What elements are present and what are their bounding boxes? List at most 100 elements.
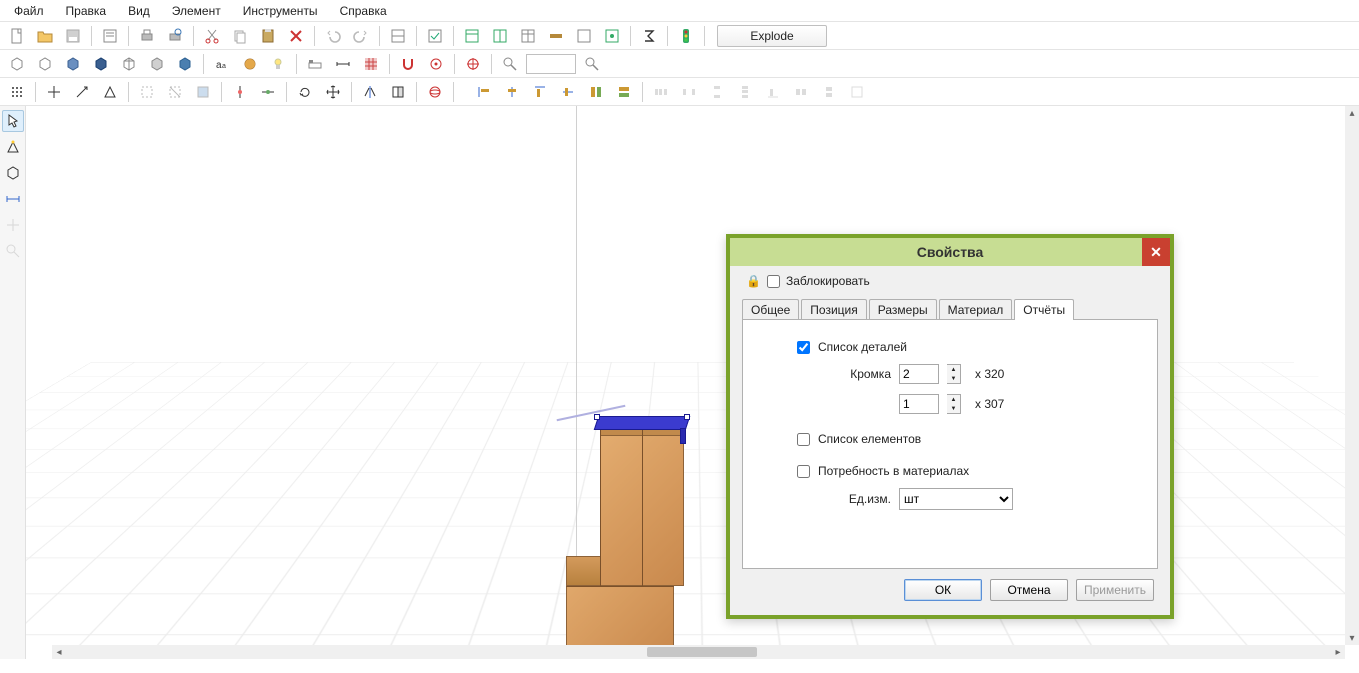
magnet-icon[interactable]: [395, 52, 421, 76]
sphere-target-icon[interactable]: [422, 80, 448, 104]
redo-icon[interactable]: [348, 24, 374, 48]
zoom-icon[interactable]: [497, 52, 523, 76]
edit-poly-icon[interactable]: [97, 80, 123, 104]
align-2-icon[interactable]: [499, 80, 525, 104]
menu-view[interactable]: Вид: [118, 2, 160, 20]
open-file-icon[interactable]: [32, 24, 58, 48]
table4-icon[interactable]: [543, 24, 569, 48]
properties-page-icon[interactable]: [97, 24, 123, 48]
target2-icon[interactable]: [460, 52, 486, 76]
move2-icon[interactable]: [69, 80, 95, 104]
cancel-button[interactable]: Отмена: [990, 579, 1068, 601]
camera-tool-icon[interactable]: [2, 136, 24, 158]
menu-element[interactable]: Элемент: [162, 2, 231, 20]
print-preview-icon[interactable]: [162, 24, 188, 48]
ok-button[interactable]: ОК: [904, 579, 982, 601]
edge1-spinner[interactable]: ▲▼: [947, 364, 961, 384]
rotate-icon[interactable]: [292, 80, 318, 104]
table6-icon[interactable]: [599, 24, 625, 48]
light-icon[interactable]: [265, 52, 291, 76]
align-5-icon[interactable]: [583, 80, 609, 104]
dimension-tool-icon[interactable]: [2, 188, 24, 210]
sum-icon[interactable]: [636, 24, 662, 48]
dialog-close-button[interactable]: ✕: [1142, 238, 1170, 266]
view-iso-icon[interactable]: [172, 52, 198, 76]
menu-file[interactable]: Файл: [4, 2, 54, 20]
select-fence-icon[interactable]: [162, 80, 188, 104]
tab-material[interactable]: Материал: [939, 299, 1013, 320]
elements-list-checkbox[interactable]: [797, 433, 810, 446]
pan-tool-icon[interactable]: [2, 214, 24, 236]
align-4-icon[interactable]: [555, 80, 581, 104]
distribute-4-icon[interactable]: [732, 80, 758, 104]
apply-button[interactable]: Применить: [1076, 579, 1154, 601]
pointer-tool-icon[interactable]: [2, 110, 24, 132]
box-tool-icon[interactable]: [2, 162, 24, 184]
unit-select[interactable]: шт: [899, 488, 1013, 510]
assembly-icon[interactable]: [385, 24, 411, 48]
view-shaded-icon[interactable]: [60, 52, 86, 76]
material-need-checkbox[interactable]: [797, 465, 810, 478]
edge2-spinner[interactable]: ▲▼: [947, 394, 961, 414]
view-realistic-icon[interactable]: [144, 52, 170, 76]
delete-icon[interactable]: [283, 24, 309, 48]
axis-x-icon[interactable]: [227, 80, 253, 104]
distribute-7-icon[interactable]: [816, 80, 842, 104]
mirror-icon[interactable]: [357, 80, 383, 104]
measure-icon[interactable]: [330, 52, 356, 76]
scroll-left-icon[interactable]: ◂: [52, 645, 66, 659]
edge2-input[interactable]: [899, 394, 939, 414]
lock-checkbox[interactable]: [767, 275, 780, 288]
view-shaded-edges-icon[interactable]: [88, 52, 114, 76]
dialog-title[interactable]: Свойства ✕: [730, 238, 1170, 266]
select-rect-icon[interactable]: [134, 80, 160, 104]
distribute-1-icon[interactable]: [648, 80, 674, 104]
traffic-light-icon[interactable]: [673, 24, 699, 48]
print-icon[interactable]: [134, 24, 160, 48]
checkbox-icon[interactable]: [422, 24, 448, 48]
scroll-up-icon[interactable]: ▴: [1345, 106, 1359, 120]
view-transparent-icon[interactable]: [116, 52, 142, 76]
align-6-icon[interactable]: [611, 80, 637, 104]
save-icon[interactable]: [60, 24, 86, 48]
table5-icon[interactable]: [571, 24, 597, 48]
explode-button[interactable]: Explode: [717, 25, 827, 47]
axis-y-icon[interactable]: [255, 80, 281, 104]
new-file-icon[interactable]: [4, 24, 30, 48]
tab-position[interactable]: Позиция: [801, 299, 866, 320]
view-wireframe-icon[interactable]: [4, 52, 30, 76]
menu-edit[interactable]: Правка: [56, 2, 117, 20]
tab-reports[interactable]: Отчёты: [1014, 299, 1074, 320]
distribute-8-icon[interactable]: [844, 80, 870, 104]
view-hidden-icon[interactable]: [32, 52, 58, 76]
parts-list-checkbox[interactable]: [797, 341, 810, 354]
scroll-thumb[interactable]: [647, 647, 757, 657]
move-icon[interactable]: [41, 80, 67, 104]
zoom-tool-icon[interactable]: [2, 240, 24, 262]
align-3-icon[interactable]: [527, 80, 553, 104]
target-icon[interactable]: [423, 52, 449, 76]
menu-tools[interactable]: Инструменты: [233, 2, 328, 20]
table3-icon[interactable]: [515, 24, 541, 48]
tab-size[interactable]: Размеры: [869, 299, 937, 320]
bed-icon[interactable]: [302, 52, 328, 76]
copy-icon[interactable]: [227, 24, 253, 48]
edge1-input[interactable]: [899, 364, 939, 384]
cut-icon[interactable]: [199, 24, 225, 48]
distribute-2-icon[interactable]: [676, 80, 702, 104]
vertical-scrollbar[interactable]: ▴ ▾: [1345, 106, 1359, 645]
menu-help[interactable]: Справка: [330, 2, 397, 20]
material-ball-icon[interactable]: [237, 52, 263, 76]
distribute-3-icon[interactable]: [704, 80, 730, 104]
text-icon[interactable]: aa: [209, 52, 235, 76]
table2-icon[interactable]: [487, 24, 513, 48]
scroll-right-icon[interactable]: ▸: [1331, 645, 1345, 659]
tab-general[interactable]: Общее: [742, 299, 799, 320]
scroll-down-icon[interactable]: ▾: [1345, 631, 1359, 645]
paste-icon[interactable]: [255, 24, 281, 48]
viewport-3d[interactable]: Свойства ✕ 🔒 Заблокировать Общее Позиция…: [26, 106, 1359, 659]
distribute-6-icon[interactable]: [788, 80, 814, 104]
search-value-input[interactable]: [526, 54, 576, 74]
flip-icon[interactable]: [385, 80, 411, 104]
grid-select-icon[interactable]: [4, 80, 30, 104]
